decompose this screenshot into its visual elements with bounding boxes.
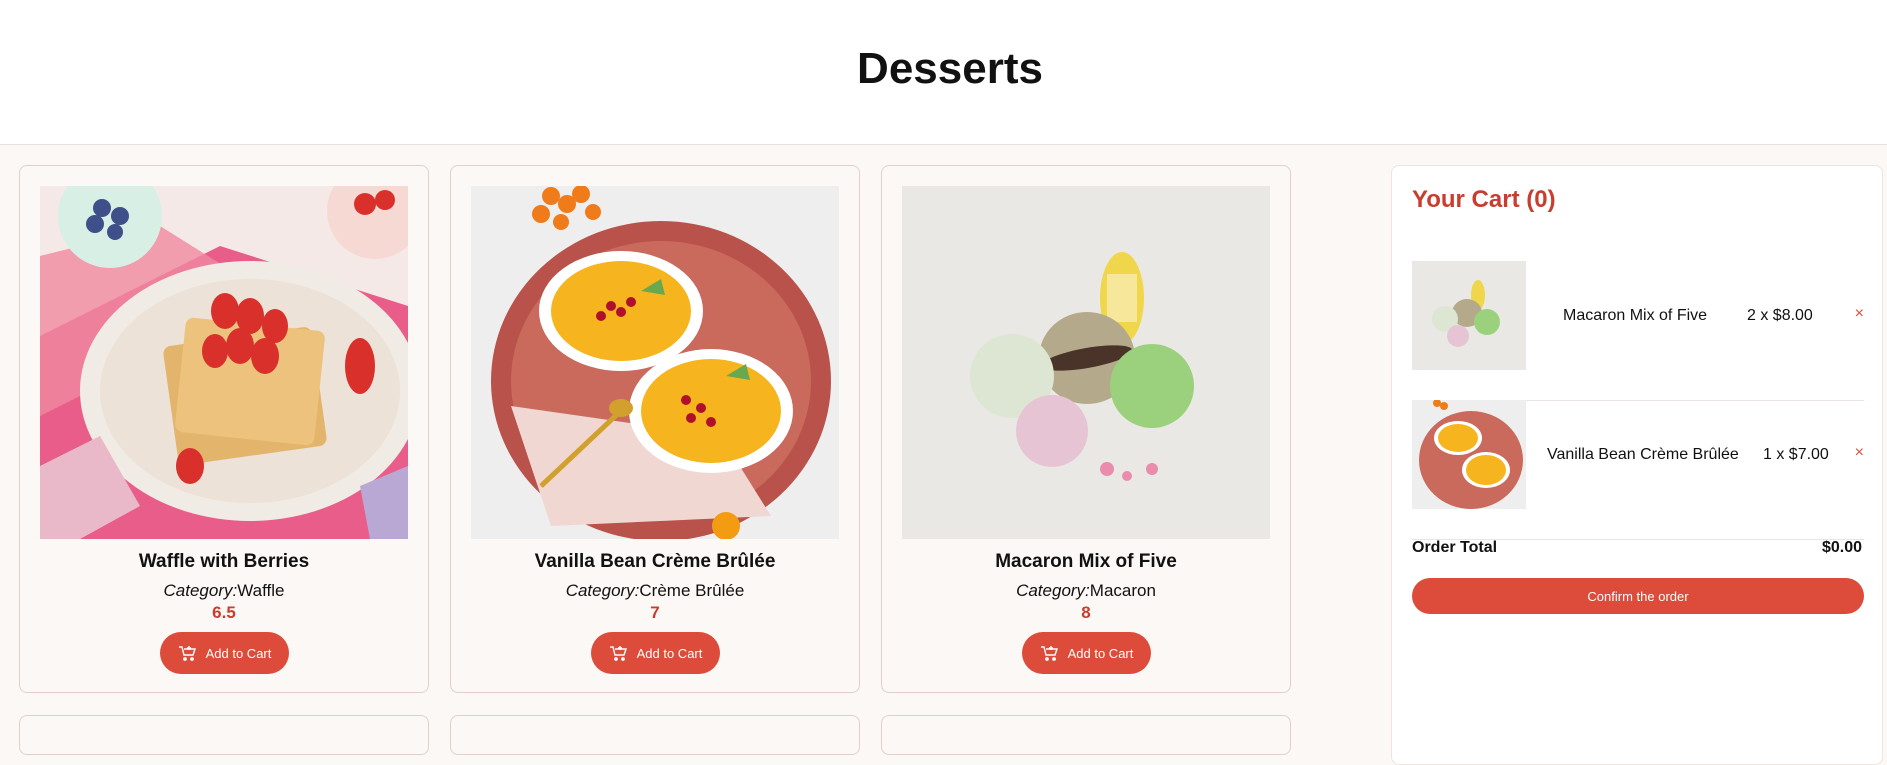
cart-plus-icon (609, 646, 627, 661)
product-name: Vanilla Bean Crème Brûlée (534, 551, 776, 572)
order-total-value: $0.00 (1821, 539, 1862, 556)
cart-item-quantity-price: 2 x $8.00 (1747, 307, 1813, 324)
product-category: Category:Crème Brûlée (451, 581, 859, 601)
product-name: Waffle with Berries (138, 551, 310, 572)
product-image-waffle (40, 186, 408, 539)
close-icon[interactable]: × (1855, 305, 1864, 323)
add-to-cart-button[interactable]: Add to Cart (1022, 632, 1151, 674)
product-card-waffle: Waffle with Berries Category:Waffle 6.5 … (19, 165, 429, 693)
cart-plus-icon (178, 646, 196, 661)
product-price: 7 (650, 603, 660, 622)
cart-item-name: Macaron Mix of Five (1563, 307, 1708, 324)
cart-plus-icon (1040, 646, 1058, 661)
add-to-cart-label: Add to Cart (636, 645, 703, 661)
product-card (19, 715, 429, 755)
category-label: Category: (565, 581, 640, 600)
category-value: Waffle (237, 581, 285, 600)
add-to-cart-button[interactable]: Add to Cart (160, 632, 289, 674)
product-card (881, 715, 1291, 755)
add-to-cart-label: Add to Cart (205, 645, 272, 661)
cart-item: Macaron Mix of Five 2 x $8.00 × (1412, 261, 1864, 401)
cart-item-name: Vanilla Bean Crème Brûlée (1547, 446, 1739, 463)
category-label: Category: (1016, 581, 1090, 600)
category-value: Crème Brûlée (639, 581, 745, 600)
page-title: Desserts (857, 44, 1043, 93)
cart-panel: Your Cart (0) Macaron Mix of Five 2 x $8… (1391, 165, 1883, 765)
category-label: Category: (163, 581, 238, 600)
cart-item-quantity-price: 1 x $7.00 (1763, 446, 1829, 463)
page-header: Desserts (0, 0, 1887, 145)
product-card-creme-brulee: Vanilla Bean Crème Brûlée Category:Crème… (450, 165, 860, 693)
add-to-cart-button[interactable]: Add to Cart (591, 632, 720, 674)
product-category: Category:Waffle (20, 581, 428, 601)
cart-title: Your Cart (0) (1412, 186, 1556, 213)
product-price: 8 (1081, 603, 1091, 622)
cart-item-thumbnail (1412, 400, 1526, 509)
product-card-macaron: Macaron Mix of Five Category:Macaron 8 A… (881, 165, 1291, 693)
order-total-label: Order Total (1412, 539, 1498, 556)
product-image-creme-brulee (471, 186, 839, 539)
product-category: Category:Macaron (882, 581, 1290, 601)
cart-item: Vanilla Bean Crème Brûlée 1 x $7.00 × (1412, 400, 1864, 540)
cart-item-thumbnail (1412, 261, 1526, 370)
product-name: Macaron Mix of Five (995, 551, 1177, 572)
category-value: Macaron (1089, 581, 1156, 600)
confirm-order-button[interactable]: Confirm the order (1412, 578, 1864, 614)
product-card (450, 715, 860, 755)
close-icon[interactable]: × (1855, 444, 1864, 462)
add-to-cart-label: Add to Cart (1067, 645, 1134, 661)
product-image-macaron (902, 186, 1270, 539)
product-price: 6.5 (212, 603, 236, 622)
